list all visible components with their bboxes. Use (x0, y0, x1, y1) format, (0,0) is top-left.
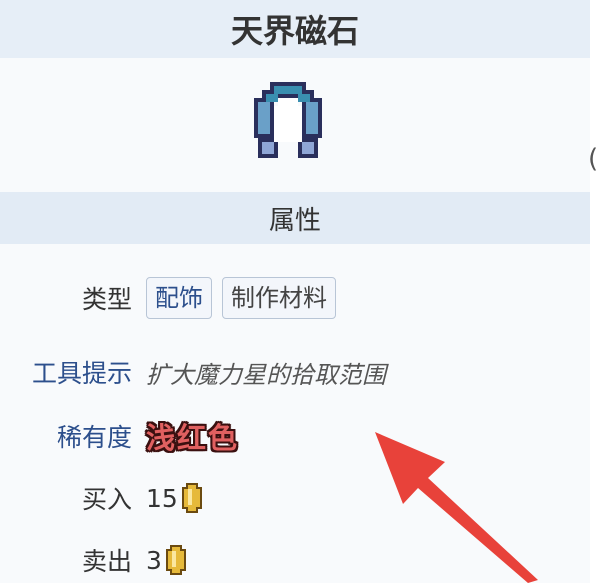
sell-value-wrap: 3 (146, 534, 186, 586)
item-title: 天界磁石 (0, 0, 590, 58)
gold-coin-icon (181, 483, 202, 513)
tooltip-label[interactable]: 工具提示 (32, 346, 132, 398)
type-label: 类型 (81, 285, 132, 314)
celestial-magnet-icon (254, 82, 322, 158)
sell-value: 3 (146, 545, 162, 575)
sell-label: 卖出 (81, 547, 132, 576)
buy-value: 15 (146, 483, 178, 513)
tooltip-value: 扩大魔力星的拾取范围 (146, 346, 386, 398)
tag-accessory[interactable]: 配饰 (146, 277, 212, 319)
rarity-value-wrap: 浅红色 (146, 410, 239, 462)
row-type: 类型 配饰 制作材料 (0, 272, 590, 324)
annotation-arrow-icon (375, 432, 538, 583)
clipped-glyph: ( (588, 144, 599, 174)
gold-coin-icon (165, 545, 186, 575)
buy-value-wrap: 15 (146, 472, 202, 524)
tooltip-text: 扩大魔力星的拾取范围 (146, 360, 386, 389)
type-tags: 配饰 制作材料 (146, 272, 346, 324)
section-header-attributes: 属性 (0, 192, 590, 244)
rarity-value: 浅红色 (146, 421, 240, 455)
buy-label: 买入 (81, 485, 132, 514)
rarity-label[interactable]: 稀有度 (57, 410, 132, 462)
row-tooltip: 工具提示 扩大魔力星的拾取范围 (0, 346, 590, 398)
tag-crafting-material[interactable]: 制作材料 (222, 277, 336, 319)
